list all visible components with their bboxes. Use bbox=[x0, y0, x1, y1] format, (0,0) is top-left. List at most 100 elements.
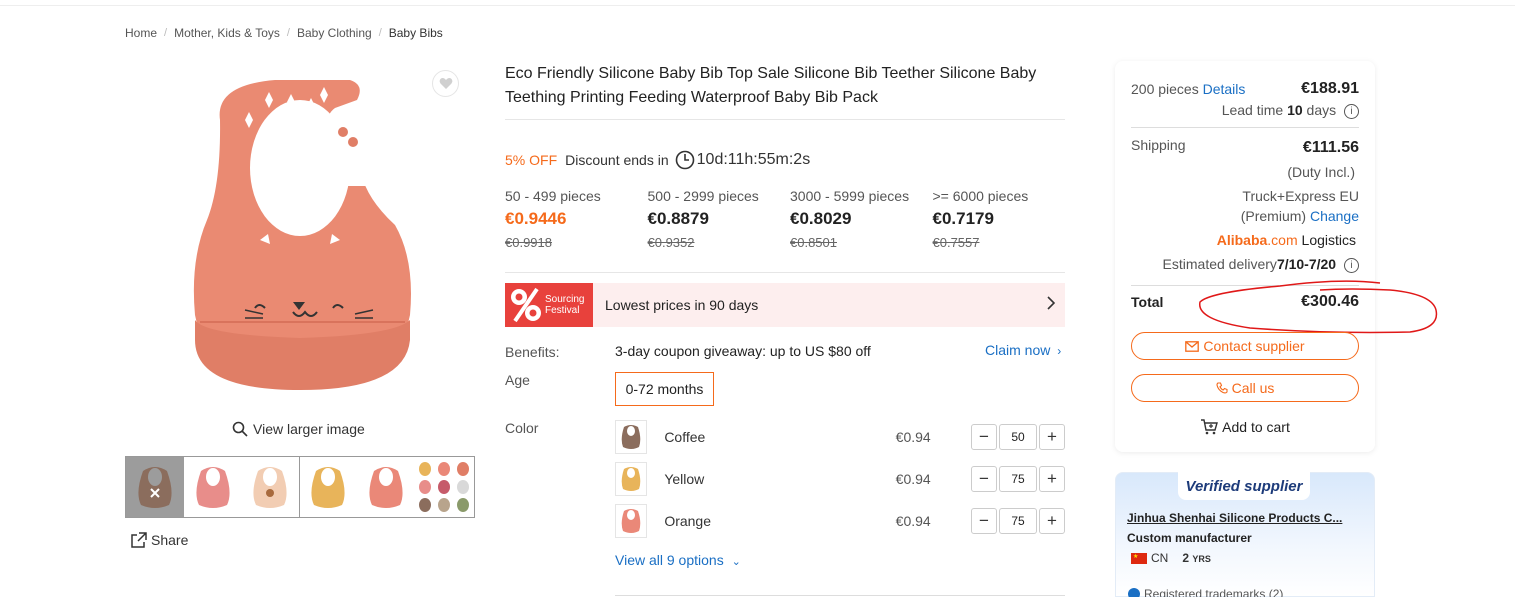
view-larger-label: View larger image bbox=[253, 421, 365, 437]
color-row-coffee: Coffee €0.94 − 50 + bbox=[615, 420, 1065, 454]
quantity-input[interactable]: 75 bbox=[999, 466, 1037, 492]
increment-button[interactable]: + bbox=[1039, 424, 1065, 450]
estimated-delivery-line: Estimated delivery7/10-7/20 i bbox=[1140, 256, 1359, 273]
increment-button[interactable]: + bbox=[1039, 466, 1065, 492]
age-option[interactable]: 0-72 months bbox=[615, 372, 714, 406]
sourcing-festival-banner[interactable]: Sourcing Festival Lowest prices in 90 da… bbox=[505, 283, 1065, 327]
tier-range: 3000 - 5999 pieces bbox=[790, 188, 910, 204]
claim-now-link[interactable]: Claim now › bbox=[985, 342, 1061, 358]
color-price: €0.94 bbox=[895, 513, 931, 529]
tier-price: €0.8029 bbox=[790, 209, 852, 228]
decrement-button[interactable]: − bbox=[971, 508, 997, 534]
quantity-stepper: − 75 + bbox=[971, 466, 1065, 492]
verified-check-icon bbox=[1128, 588, 1140, 597]
tier-price: €0.7179 bbox=[932, 209, 994, 228]
price-tier: 50 - 499 pieces €0.9446 €0.9918 bbox=[505, 188, 648, 250]
supplier-name-link[interactable]: Jinhua Shenhai Silicone Products C... bbox=[1127, 511, 1352, 525]
thumbnail-image bbox=[311, 467, 345, 508]
magnify-icon bbox=[232, 421, 248, 437]
breadcrumb-separator: / bbox=[286, 27, 290, 39]
chevron-right-icon bbox=[1046, 295, 1056, 315]
benefits-label: Benefits: bbox=[505, 344, 560, 360]
share-button[interactable]: Share bbox=[130, 532, 188, 548]
subtotal-value: €188.91 bbox=[1301, 80, 1359, 97]
color-name: Orange bbox=[664, 513, 712, 529]
age-label: Age bbox=[505, 372, 530, 388]
total-label: Total bbox=[1131, 294, 1164, 310]
discount-banner: 5% OFF Discount ends in 10d:11h:55m:2s bbox=[505, 150, 810, 170]
thumbnail-beige[interactable] bbox=[241, 457, 299, 517]
duty-note: (Duty Incl.) bbox=[1287, 164, 1355, 180]
festival-logo-line1: Sourcing bbox=[545, 294, 585, 305]
top-divider bbox=[0, 5, 1515, 6]
quantity-input[interactable]: 50 bbox=[999, 424, 1037, 450]
estimated-delivery-value: 7/10-7/20 bbox=[1276, 256, 1337, 272]
thumbnail-image bbox=[253, 467, 287, 508]
share-icon bbox=[131, 532, 147, 548]
product-title: Eco Friendly Silicone Baby Bib Top Sale … bbox=[505, 65, 1037, 106]
tier-old-price: €0.8501 bbox=[790, 235, 837, 250]
tier-range: >= 6000 pieces bbox=[932, 188, 1029, 204]
total-value: €300.46 bbox=[1301, 293, 1359, 310]
pieces-line: 200 pieces Details bbox=[1131, 81, 1245, 97]
thumbnail-image bbox=[368, 467, 403, 508]
logistics-logo: Alibaba.com Logistics bbox=[1180, 232, 1356, 248]
change-shipping-link[interactable]: Change bbox=[1310, 208, 1359, 224]
color-swatch[interactable] bbox=[615, 462, 648, 496]
decrement-button[interactable]: − bbox=[971, 466, 997, 492]
chevron-down-icon: ⌄ bbox=[731, 556, 741, 568]
claim-now-label: Claim now bbox=[985, 342, 1051, 358]
thumbnail-pink[interactable] bbox=[184, 457, 242, 517]
logistics-brand-suffix: .com bbox=[1267, 232, 1298, 248]
shipping-tier-line: (Premium) Change bbox=[1180, 208, 1359, 224]
quantity-stepper: − 75 + bbox=[971, 508, 1065, 534]
info-icon[interactable]: i bbox=[1344, 103, 1359, 119]
registered-trademarks[interactable]: Registered trademarks (2) bbox=[1128, 587, 1283, 597]
decrement-button[interactable]: − bbox=[971, 424, 997, 450]
thumbnail-all-colors[interactable] bbox=[414, 457, 474, 517]
info-icon[interactable]: i bbox=[1344, 257, 1359, 273]
color-swatch[interactable] bbox=[615, 420, 648, 454]
product-main-image[interactable] bbox=[125, 60, 475, 415]
pieces-count: 200 pieces bbox=[1131, 81, 1199, 97]
card-divider bbox=[1131, 285, 1359, 286]
details-link[interactable]: Details bbox=[1203, 81, 1246, 97]
breadcrumb-mother-kids-toys[interactable]: Mother, Kids & Toys bbox=[174, 26, 280, 40]
festival-logo-line2: Festival bbox=[545, 305, 580, 316]
contact-supplier-button[interactable]: Contact supplier bbox=[1131, 332, 1359, 360]
shipping-method: Truck+Express EU bbox=[1242, 188, 1359, 204]
china-flag-icon bbox=[1131, 552, 1147, 564]
view-all-label: View all 9 options bbox=[615, 552, 724, 568]
estimated-delivery-label: Estimated delivery bbox=[1162, 256, 1277, 272]
breadcrumb-home[interactable]: Home bbox=[125, 26, 157, 40]
favorite-button[interactable] bbox=[432, 70, 459, 97]
increment-button[interactable]: + bbox=[1039, 508, 1065, 534]
view-all-options-link[interactable]: View all 9 options ⌄ bbox=[615, 552, 741, 568]
shipping-label: Shipping bbox=[1131, 137, 1186, 153]
breadcrumb-baby-bibs[interactable]: Baby Bibs bbox=[389, 26, 443, 40]
thumbnail-orange[interactable] bbox=[357, 457, 415, 517]
call-us-label: Call us bbox=[1231, 380, 1275, 396]
thumbnail-coffee[interactable] bbox=[126, 457, 184, 517]
logistics-word: Logistics bbox=[1301, 232, 1356, 248]
lead-time-value: 10 bbox=[1287, 102, 1303, 118]
tier-old-price: €0.7557 bbox=[932, 235, 980, 250]
color-name: Yellow bbox=[664, 471, 705, 487]
breadcrumb-baby-clothing[interactable]: Baby Clothing bbox=[297, 26, 372, 40]
price-tier: >= 6000 pieces €0.7179 €0.7557 bbox=[933, 188, 1076, 250]
breadcrumb-separator: / bbox=[378, 27, 382, 39]
supplier-years-unit: YRS bbox=[1192, 554, 1211, 564]
call-us-button[interactable]: Call us bbox=[1131, 374, 1359, 402]
color-price: €0.94 bbox=[895, 429, 931, 445]
add-to-cart-button[interactable]: Add to cart bbox=[1131, 419, 1359, 435]
color-swatch[interactable] bbox=[615, 504, 648, 538]
mail-icon bbox=[1185, 340, 1200, 352]
share-label: Share bbox=[151, 532, 189, 548]
quantity-input[interactable]: 75 bbox=[999, 508, 1037, 534]
thumbnail-yellow[interactable] bbox=[299, 457, 357, 517]
bib-thumbnail bbox=[621, 509, 641, 533]
countdown-value: 10d:11h:55m:2s bbox=[696, 151, 811, 168]
view-larger-image[interactable]: View larger image bbox=[232, 421, 365, 437]
percent-icon bbox=[511, 287, 541, 323]
color-price: €0.94 bbox=[895, 471, 931, 487]
